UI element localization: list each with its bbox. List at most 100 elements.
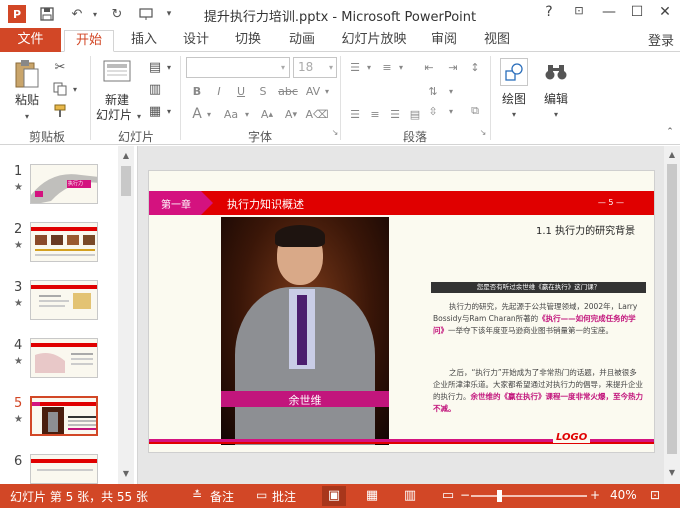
bullets-dropdown-icon[interactable]: ▾: [364, 58, 374, 76]
current-slide[interactable]: 第一章 执行力知识概述 — 5 — 余世维 1.1 执行力的研究背景 您是否有听…: [148, 170, 655, 453]
scroll-down-icon[interactable]: ▼: [666, 468, 678, 477]
align-text-icon[interactable]: ⇳: [424, 102, 442, 120]
close-button[interactable]: ✕: [654, 4, 676, 24]
zoom-level[interactable]: 40%: [610, 488, 637, 502]
strikethrough-icon[interactable]: abc: [276, 83, 300, 99]
slide-preview[interactable]: 执行力: [30, 164, 98, 204]
tab-file[interactable]: 文件: [0, 28, 61, 52]
line-spacing-icon[interactable]: ↕: [466, 58, 484, 76]
underline-icon[interactable]: U: [234, 83, 248, 99]
bold-icon[interactable]: B: [190, 83, 204, 99]
zoom-slider[interactable]: [471, 495, 587, 497]
scroll-up-icon[interactable]: ▲: [666, 150, 678, 159]
cut-icon[interactable]: ✂: [51, 58, 69, 76]
increase-font-icon[interactable]: A ▴: [258, 106, 276, 122]
font-dialog-launcher-icon[interactable]: ↘: [330, 126, 340, 138]
login-link[interactable]: 登录: [648, 30, 674, 49]
fit-slide-icon[interactable]: ⊡: [650, 488, 660, 502]
decrease-font-icon[interactable]: A ▾: [282, 106, 300, 122]
align-center-icon[interactable]: ≡: [366, 106, 384, 122]
minimize-button[interactable]: —: [598, 4, 620, 24]
character-spacing-icon[interactable]: AV: [304, 83, 322, 99]
ribbon-display-options-icon[interactable]: ⊡: [568, 4, 590, 24]
tab-animations[interactable]: 动画: [282, 30, 322, 52]
tab-insert[interactable]: 插入: [124, 30, 164, 52]
increase-indent-icon[interactable]: ⇥: [444, 58, 462, 76]
help-button[interactable]: ?: [538, 4, 560, 24]
numbering-dropdown-icon[interactable]: ▾: [396, 58, 406, 76]
paste-dropdown-icon[interactable]: ▾: [20, 110, 34, 122]
paragraph-dialog-launcher-icon[interactable]: ↘: [478, 126, 488, 138]
new-slide-label-line2[interactable]: 幻灯片: [90, 108, 138, 123]
zoom-out-button[interactable]: −: [460, 488, 470, 502]
binoculars-icon[interactable]: [542, 58, 570, 86]
font-color-icon[interactable]: A: [190, 106, 204, 122]
layout-icon[interactable]: ▤: [146, 58, 164, 76]
tab-view[interactable]: 视图: [477, 30, 517, 52]
drawing-label[interactable]: 绘图: [494, 92, 534, 107]
collapse-ribbon-icon[interactable]: ⌃: [664, 126, 676, 138]
zoom-in-button[interactable]: +: [590, 488, 600, 502]
align-left-icon[interactable]: ☰: [346, 106, 364, 122]
maximize-button[interactable]: ☐: [626, 4, 648, 24]
paste-label[interactable]: 粘贴: [10, 93, 44, 108]
editing-label[interactable]: 编辑: [536, 92, 576, 107]
align-text-dropdown-icon[interactable]: ▾: [446, 102, 456, 120]
slide-preview[interactable]: [30, 338, 98, 378]
copy-icon[interactable]: [51, 80, 69, 98]
reset-slide-icon[interactable]: ▥: [146, 80, 164, 98]
reading-view-icon[interactable]: ▥: [398, 486, 422, 506]
change-case-icon[interactable]: Aa: [220, 106, 242, 122]
numbering-icon[interactable]: ≡: [378, 58, 396, 76]
new-slide-dropdown-icon[interactable]: ▾: [134, 110, 144, 122]
scroll-up-icon[interactable]: ▲: [120, 150, 132, 162]
paste-icon[interactable]: [12, 58, 42, 90]
font-color-dropdown-icon[interactable]: ▾: [204, 106, 214, 122]
format-painter-icon[interactable]: [51, 102, 69, 120]
change-case-dropdown-icon[interactable]: ▾: [242, 106, 252, 122]
section-icon[interactable]: ▦: [146, 102, 164, 120]
layout-dropdown-icon[interactable]: ▾: [164, 58, 174, 76]
normal-view-icon[interactable]: ▣: [322, 486, 346, 506]
italic-icon[interactable]: I: [212, 83, 226, 99]
font-name-field[interactable]: [186, 57, 290, 78]
notes-icon[interactable]: ≛: [192, 488, 202, 502]
drawing-dropdown-icon[interactable]: ▾: [508, 108, 520, 120]
editing-dropdown-icon[interactable]: ▾: [550, 108, 562, 120]
bullets-icon[interactable]: ☰: [346, 58, 364, 76]
align-right-icon[interactable]: ☰: [386, 106, 404, 122]
decrease-indent-icon[interactable]: ⇤: [420, 58, 438, 76]
slide-preview[interactable]: [30, 396, 98, 436]
font-name-dropdown-icon[interactable]: ▾: [278, 61, 288, 73]
section-dropdown-icon[interactable]: ▾: [164, 102, 174, 120]
smartart-icon[interactable]: ⧉: [466, 102, 484, 120]
text-direction-dropdown-icon[interactable]: ▾: [446, 82, 456, 100]
character-spacing-dropdown-icon[interactable]: ▾: [322, 83, 332, 99]
notes-button[interactable]: 备注: [210, 488, 234, 505]
slide-preview[interactable]: [30, 222, 98, 262]
new-slide-label-line1[interactable]: 新建: [96, 93, 138, 108]
drawing-shapes-icon[interactable]: [500, 58, 528, 86]
comments-icon[interactable]: ▭: [256, 488, 267, 502]
text-shadow-icon[interactable]: S: [256, 83, 270, 99]
scrollbar-thumb[interactable]: [121, 166, 131, 196]
copy-dropdown-icon[interactable]: ▾: [70, 82, 80, 96]
justify-icon[interactable]: ▤: [406, 106, 424, 122]
tab-design[interactable]: 设计: [176, 30, 216, 52]
clear-formatting-icon[interactable]: A⌫: [305, 106, 328, 122]
text-direction-icon[interactable]: ⇅: [424, 82, 442, 100]
tab-review[interactable]: 审阅: [424, 30, 464, 52]
slide-sorter-view-icon[interactable]: ▦: [360, 486, 384, 506]
thumbnail-scrollbar[interactable]: ▲ ▼: [118, 146, 134, 484]
tab-home[interactable]: 开始: [64, 30, 114, 52]
tab-slideshow[interactable]: 幻灯片放映: [338, 30, 410, 52]
tab-transitions[interactable]: 切换: [228, 30, 268, 52]
scroll-down-icon[interactable]: ▼: [120, 468, 132, 480]
scrollbar-thumb[interactable]: [667, 164, 677, 454]
font-size-dropdown-icon[interactable]: ▾: [326, 61, 336, 73]
comments-button[interactable]: 批注: [272, 488, 296, 505]
slideshow-view-icon[interactable]: ▭: [436, 486, 460, 506]
new-slide-icon[interactable]: [102, 58, 132, 88]
slide-preview[interactable]: [30, 454, 98, 484]
slide-preview[interactable]: [30, 280, 98, 320]
